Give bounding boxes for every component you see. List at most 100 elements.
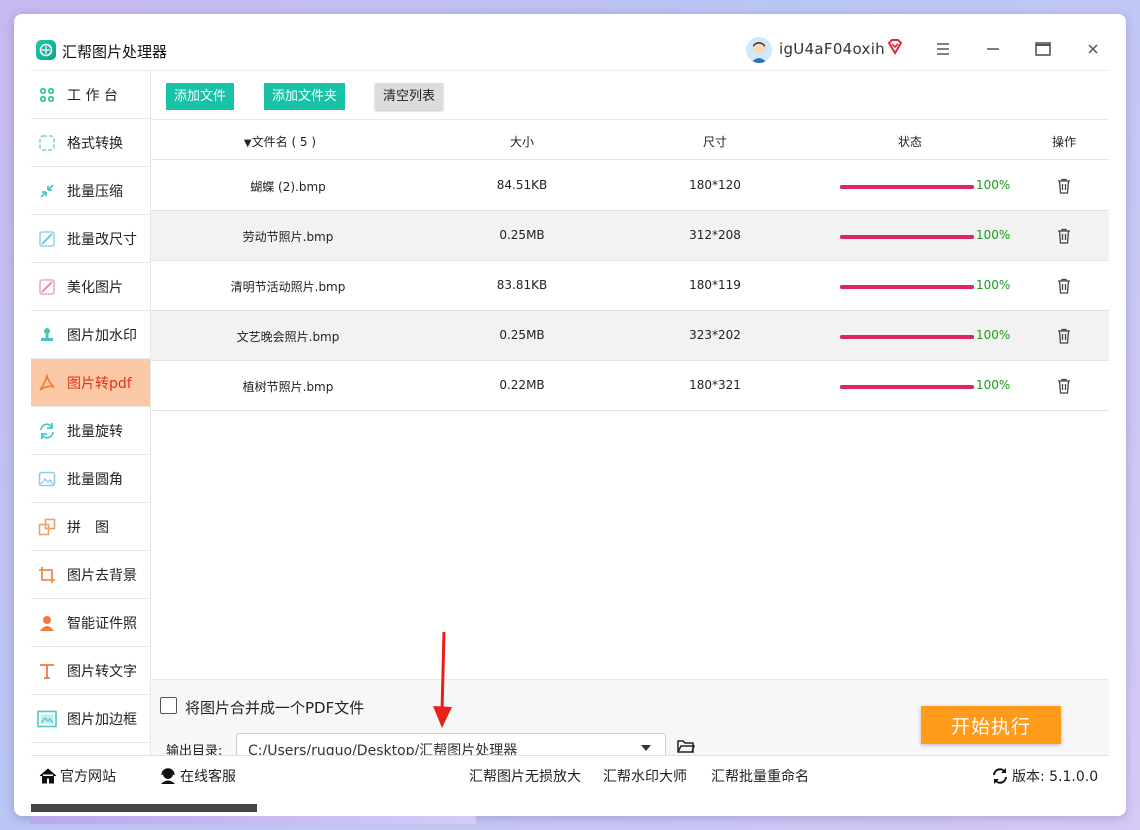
merge-pdf-label: 将图片合并成一个PDF文件	[185, 699, 365, 717]
delete-icon[interactable]	[1057, 228, 1071, 244]
sidebar-item-beautify[interactable]: 美化图片	[31, 263, 150, 311]
toolbar: 添加文件 添加文件夹 清空列表	[151, 70, 1109, 120]
table-row[interactable]: 劳动节照片.bmp 0.25MB 312*208 100%	[151, 211, 1109, 261]
sidebar-item-rounded-corners[interactable]: 批量圆角	[31, 455, 150, 503]
delete-icon[interactable]	[1057, 178, 1071, 194]
minimize-icon[interactable]	[980, 36, 1006, 62]
app-title: 汇帮图片处理器	[62, 43, 168, 61]
options-panel: 将图片合并成一个PDF文件 输出目录: C:/Users/ruguo/Deskt…	[151, 679, 1109, 762]
column-header-actions: 操作	[1051, 135, 1077, 149]
sidebar-item-label: 拼 图	[67, 519, 109, 536]
file-dimensions: 323*202	[689, 328, 741, 342]
version-label: 版本: 5.1.0.0	[1012, 769, 1099, 785]
close-icon[interactable]	[1080, 36, 1106, 62]
delete-icon[interactable]	[1057, 328, 1071, 344]
progress-bar-fill	[840, 185, 974, 189]
refresh-icon[interactable]	[991, 767, 1009, 785]
status-text: 100%	[976, 328, 1011, 342]
sidebar-item-label: 批量改尺寸	[67, 231, 137, 248]
sidebar-item-collage[interactable]: 拼 图	[31, 503, 150, 551]
progress-bar	[840, 335, 974, 339]
sidebar-item-label: 格式转换	[67, 135, 123, 152]
sidebar-item-id-photo[interactable]: 智能证件照	[31, 599, 150, 647]
sidebar-item-label: 批量压缩	[67, 183, 123, 200]
sidebar-item-label: 智能证件照	[67, 615, 137, 632]
title-bar: 汇帮图片处理器 igU4aF04oxih	[14, 14, 1126, 70]
file-size: 84.51KB	[496, 178, 548, 192]
file-size: 0.25MB	[499, 228, 545, 242]
online-service-link[interactable]: 在线客服	[159, 766, 236, 786]
column-header-label: 文件名 ( 5 )	[251, 135, 317, 149]
table-row[interactable]: 植树节照片.bmp 0.22MB 180*321 100%	[151, 361, 1109, 411]
batch-rename-link[interactable]: 汇帮批量重命名	[711, 766, 809, 786]
format-convert-icon	[37, 133, 57, 153]
column-header-dimensions: 尺寸	[702, 135, 728, 149]
maximize-icon[interactable]	[1030, 36, 1056, 62]
desktop-taskbar-strip	[30, 816, 476, 824]
add-files-button[interactable]: 添加文件	[166, 83, 235, 110]
table-row[interactable]: 蝴蝶 (2).bmp 84.51KB 180*120 100%	[151, 161, 1109, 211]
frame-icon	[37, 709, 57, 729]
overlay-strip	[31, 804, 257, 812]
file-dimensions: 180*321	[689, 378, 741, 392]
main-panel: 添加文件 添加文件夹 清空列表 ▼文件名 ( 5 ) 大小 尺寸 状态 操作 蝴…	[151, 70, 1109, 762]
collage-icon	[37, 517, 57, 537]
status-text: 100%	[976, 378, 1011, 392]
text-icon	[37, 661, 57, 681]
progress-bar-fill	[840, 335, 974, 339]
delete-icon[interactable]	[1057, 278, 1071, 294]
sidebar-item-label: 图片加边框	[67, 711, 137, 728]
vip-diamond-icon[interactable]	[886, 38, 904, 56]
chevron-down-icon	[641, 745, 651, 751]
version-info: 版本: 5.1.0.0	[991, 766, 1098, 786]
sidebar-item-label: 图片转文字	[67, 663, 137, 680]
sidebar-item-dashboard[interactable]: 工 作 台	[31, 71, 150, 119]
sidebar-item-rotate[interactable]: 批量旋转	[31, 407, 150, 455]
column-header-filename[interactable]: ▼文件名 ( 5 )	[244, 133, 316, 150]
progress-bar	[840, 235, 974, 239]
sidebar-item-compress[interactable]: 批量压缩	[31, 167, 150, 215]
lossless-upscale-link[interactable]: 汇帮图片无损放大	[469, 766, 581, 786]
clear-list-button[interactable]: 清空列表	[375, 83, 444, 110]
crop-icon	[37, 565, 57, 585]
sidebar-item-label: 图片加水印	[67, 327, 137, 344]
dashboard-icon	[37, 85, 57, 105]
sidebar-item-watermark[interactable]: 图片加水印	[31, 311, 150, 359]
watermark-master-link[interactable]: 汇帮水印大师	[603, 766, 687, 786]
table-row[interactable]: 文艺晚会照片.bmp 0.25MB 323*202 100%	[151, 311, 1109, 361]
add-folder-button[interactable]: 添加文件夹	[264, 83, 346, 110]
app-logo-icon	[36, 40, 56, 60]
rotate-icon	[37, 421, 57, 441]
delete-icon[interactable]	[1057, 378, 1071, 394]
sidebar-item-add-frame[interactable]: 图片加边框	[31, 695, 150, 743]
sidebar: 工 作 台 格式转换 批量压缩 批量改尺寸 美化图片 图片加水印 图片转pdf	[31, 70, 151, 755]
sidebar-item-resize[interactable]: 批量改尺寸	[31, 215, 150, 263]
official-site-label: 官方网站	[60, 769, 116, 785]
app-window: 汇帮图片处理器 igU4aF04oxih 工 作 台 格式转换 批量压缩 批量改…	[14, 14, 1126, 816]
online-service-label: 在线客服	[180, 769, 236, 785]
sidebar-item-image-to-pdf[interactable]: 图片转pdf	[31, 359, 150, 407]
sidebar-item-label: 图片去背景	[67, 567, 137, 584]
sidebar-item-image-to-text[interactable]: 图片转文字	[31, 647, 150, 695]
progress-bar-fill	[840, 235, 974, 239]
username[interactable]: igU4aF04oxih	[779, 40, 885, 58]
user-avatar[interactable]	[746, 37, 772, 63]
start-button[interactable]: 开始执行	[921, 706, 1061, 744]
id-photo-icon	[37, 613, 57, 633]
sidebar-item-label: 美化图片	[67, 279, 123, 296]
official-site-link[interactable]: 官方网站	[39, 766, 116, 786]
home-icon	[39, 767, 57, 785]
file-size: 83.81KB	[496, 278, 548, 292]
table-row[interactable]: 清明节活动照片.bmp 83.81KB 180*119 100%	[151, 261, 1109, 311]
sidebar-item-format-convert[interactable]: 格式转换	[31, 119, 150, 167]
file-name: 文艺晚会照片.bmp	[236, 330, 340, 344]
menu-icon[interactable]	[930, 36, 956, 62]
pdf-icon	[37, 372, 57, 393]
status-text: 100%	[976, 278, 1011, 292]
column-header-size: 大小	[509, 135, 535, 149]
open-folder-icon[interactable]	[677, 738, 696, 754]
file-size: 0.25MB	[499, 328, 545, 342]
sidebar-item-remove-background[interactable]: 图片去背景	[31, 551, 150, 599]
progress-bar-fill	[840, 385, 974, 389]
merge-pdf-checkbox[interactable]	[160, 697, 177, 714]
